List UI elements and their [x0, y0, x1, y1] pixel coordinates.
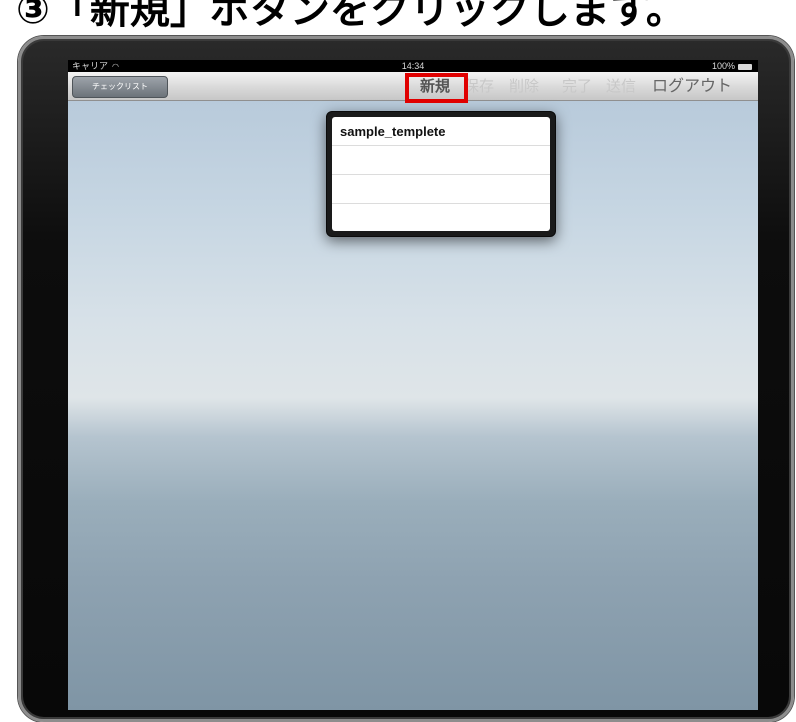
template-item-empty[interactable] — [332, 175, 550, 204]
template-item[interactable]: sample_templete — [332, 117, 550, 146]
template-item-empty[interactable] — [332, 146, 550, 175]
app-screen: キャリア ◠ 14:34 100% チェックリスト 新規 保存 削除 完了 送信 … — [68, 60, 758, 710]
logout-button[interactable]: ログアウト — [652, 72, 732, 100]
status-bar: キャリア ◠ 14:34 100% — [68, 60, 758, 72]
checklist-button[interactable]: チェックリスト — [72, 76, 168, 98]
battery-percent: 100% — [711, 61, 735, 71]
save-button[interactable]: 保存 — [464, 72, 494, 100]
template-item-empty[interactable] — [332, 204, 550, 231]
template-popover: sample_templete — [326, 111, 556, 237]
status-right: 100% — [712, 60, 752, 72]
delete-button[interactable]: 削除 — [509, 72, 539, 100]
send-button[interactable]: 送信 — [606, 72, 636, 100]
instruction-caption: ③「新規」ボタンをクリックします。 — [16, 0, 686, 33]
status-time: 14:34 — [401, 61, 425, 71]
battery-icon — [738, 63, 752, 70]
complete-button[interactable]: 完了 — [562, 72, 592, 100]
template-list: sample_templete — [332, 117, 550, 231]
highlight-box — [405, 73, 468, 103]
